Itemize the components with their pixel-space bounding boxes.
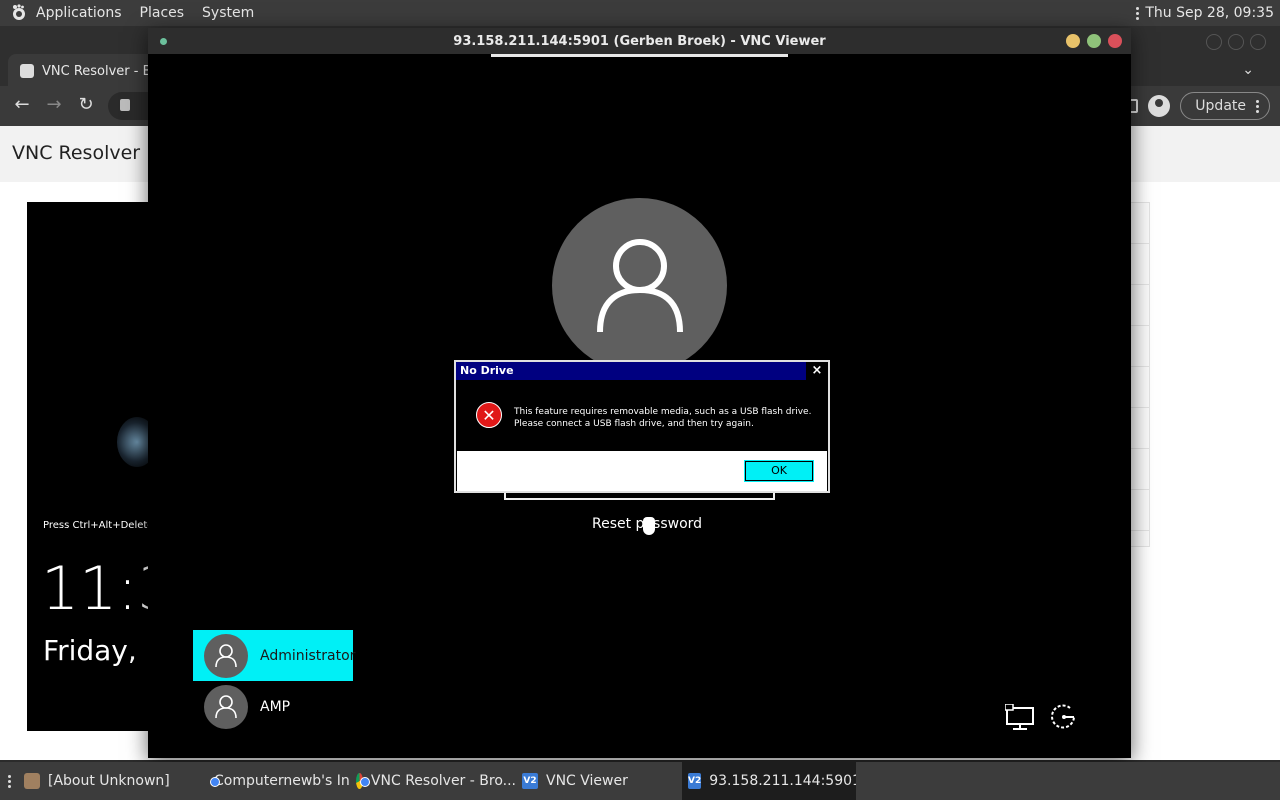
maximize-button[interactable] — [1087, 34, 1101, 48]
forward-arrow-icon[interactable]: → — [42, 94, 66, 115]
chrome-icon — [356, 773, 370, 789]
vnc-viewer-icon: V2 — [688, 773, 702, 789]
taskbar-grip-icon[interactable] — [0, 774, 18, 788]
vnc-viewer-window: 93.158.211.144:5901 (Gerben Broek) - VNC… — [148, 28, 1131, 758]
user-list: Administrator AMP — [193, 630, 356, 732]
tab-search-chevron-icon[interactable]: ⌄ — [1242, 62, 1254, 78]
network-icon[interactable] — [1004, 703, 1035, 734]
taskbar-item-vnc-viewer[interactable]: V2 VNC Viewer — [516, 762, 682, 800]
gnome-foot-icon[interactable] — [8, 2, 30, 24]
ok-button[interactable]: OK — [744, 460, 814, 482]
taskbar-item-computernewb[interactable]: Computernewb's In... — [184, 762, 350, 800]
taskbar-label: 93.158.211.144:5901 ... — [709, 773, 856, 789]
preview-hint: Press Ctrl+Alt+Delete t — [43, 520, 157, 531]
dialog-footer: OK — [457, 451, 827, 491]
power-accessibility-icon[interactable] — [1050, 703, 1078, 735]
vnc-titlebar[interactable]: 93.158.211.144:5901 (Gerben Broek) - VNC… — [148, 28, 1131, 54]
remote-screen[interactable]: Reset password Administrator AMP No Driv… — [148, 54, 1131, 758]
user-item-amp[interactable]: AMP — [193, 681, 353, 732]
preview-time: 11:39 — [41, 554, 157, 624]
taskbar-item-vnc-resolver[interactable]: VNC Resolver - Bro... — [350, 762, 516, 800]
tab-title: VNC Resolver - Br — [42, 63, 157, 79]
more-menu-icon — [1256, 99, 1259, 113]
taskbar-label: VNC Viewer — [546, 773, 628, 789]
vnc-screenshot-preview[interactable]: Press Ctrl+Alt+Delete t 11:39 Friday, M — [27, 202, 157, 731]
menu-applications[interactable]: Applications — [36, 5, 122, 21]
top-indicator-bar — [491, 54, 788, 57]
top-panel: Applications Places System Thu Sep 28, 0… — [0, 0, 1280, 26]
tab-favicon-icon — [20, 64, 34, 78]
window-menu-icon[interactable] — [160, 38, 167, 45]
close-button[interactable] — [1108, 34, 1122, 48]
user-avatar-small-icon — [204, 684, 248, 729]
update-label: Update — [1195, 98, 1246, 114]
taskbar-label: Computernewb's In... — [214, 773, 350, 789]
dialog-title: No Drive — [456, 362, 828, 380]
taskbar: [About Unknown] Computernewb's In... VNC… — [0, 762, 1280, 800]
dialog-message: This feature requires removable media, s… — [514, 406, 811, 430]
back-arrow-icon[interactable]: ← — [10, 94, 34, 115]
user-icon — [24, 773, 40, 789]
dialog-message-line1: This feature requires removable media, s… — [514, 407, 812, 417]
taskbar-label: [About Unknown] — [48, 773, 170, 789]
dialog-message-line2: Please connect a USB flash drive, and th… — [514, 419, 754, 429]
menu-places[interactable]: Places — [140, 5, 185, 21]
preview-date: Friday, M — [43, 634, 157, 667]
no-drive-dialog: No Drive × ✕ This feature requires remov… — [454, 360, 830, 493]
user-avatar-icon — [552, 198, 727, 373]
user-item-administrator[interactable]: Administrator — [193, 630, 356, 681]
hand-cursor-icon — [643, 517, 655, 535]
vnc-window-title: 93.158.211.144:5901 (Gerben Broek) - VNC… — [453, 33, 826, 49]
taskbar-label: VNC Resolver - Bro... — [370, 773, 516, 789]
window-controls — [1206, 34, 1266, 50]
user-avatar-small-icon — [204, 633, 248, 678]
user-name: AMP — [260, 698, 291, 715]
lock-icon — [120, 99, 130, 111]
minimize-button[interactable] — [1066, 34, 1080, 48]
taskbar-item-vnc-session[interactable]: V2 93.158.211.144:5901 ... — [682, 762, 856, 800]
browser-tab[interactable]: VNC Resolver - Br — [8, 54, 168, 88]
menu-system[interactable]: System — [202, 5, 254, 21]
update-button[interactable]: Update — [1180, 92, 1270, 120]
error-icon: ✕ — [476, 402, 502, 428]
profile-avatar-icon[interactable] — [1148, 95, 1171, 117]
dialog-close-button[interactable]: × — [806, 362, 828, 380]
clock[interactable]: Thu Sep 28, 09:35 — [1145, 5, 1274, 21]
results-table-edge — [1130, 202, 1150, 547]
page-title: VNC Resolver — [12, 142, 141, 164]
taskbar-item-about-unknown[interactable]: [About Unknown] — [18, 762, 184, 800]
panel-menu-icon[interactable] — [1136, 6, 1140, 20]
user-name: Administrator — [260, 647, 356, 664]
reload-icon[interactable]: ↻ — [74, 94, 98, 115]
vnc-viewer-icon: V2 — [522, 773, 538, 789]
